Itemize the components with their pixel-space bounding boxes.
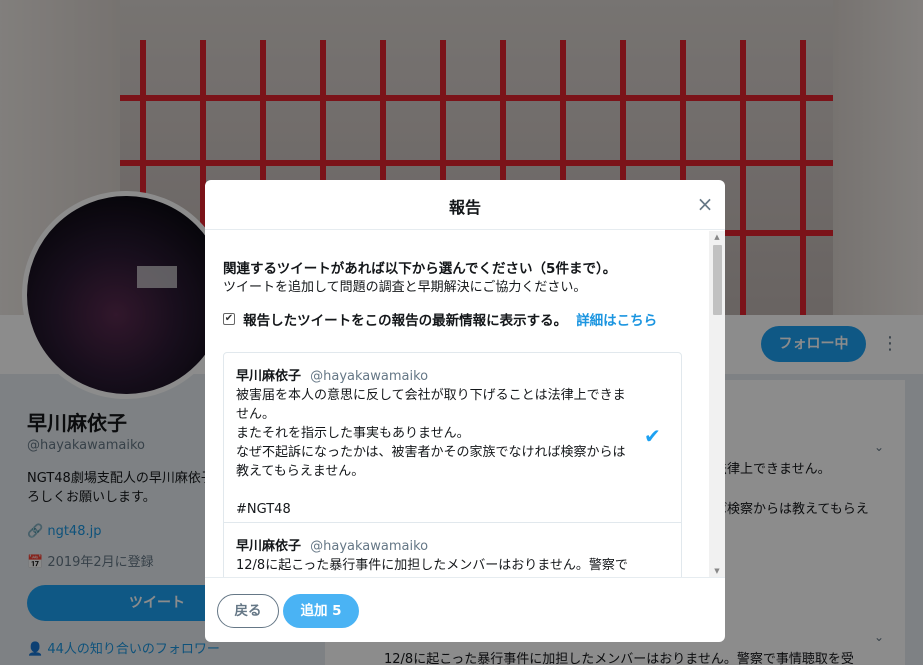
learn-more-link[interactable]: 詳細はこちら — [576, 313, 657, 329]
question-title: 関連するツイートがあれば以下から選んでください（5件まで）。 — [223, 261, 617, 277]
add-button[interactable]: 追加 5 — [283, 594, 359, 628]
question-subtitle: ツイートを追加して問題の調査と早期解決にご協力ください。 — [223, 280, 587, 295]
tweet-header: 早川麻依子 @hayakawamaiko — [236, 535, 428, 554]
show-tweets-option[interactable]: ✔ 報告したツイートをこの報告の最新情報に表示する。 詳細はこちら — [223, 308, 657, 329]
tweet-author-name: 早川麻依子 — [236, 539, 302, 554]
report-dialog: 報告 × 関連するツイートがあれば以下から選んでください（5件まで）。 ツイート… — [205, 180, 725, 642]
tweet-selection-list: 早川麻依子 @hayakawamaiko 被害届を本人の意思に反して会社が取り下… — [223, 352, 682, 577]
tweet-option[interactable]: 早川麻依子 @hayakawamaiko 被害届を本人の意思に反して会社が取り下… — [224, 353, 681, 523]
dialog-header: 報告 × — [205, 180, 725, 230]
scrollbar-thumb[interactable] — [713, 245, 722, 315]
dialog-body: 関連するツイートがあれば以下から選んでください（5件まで）。 ツイートを追加して… — [205, 231, 709, 577]
tweet-author-name: 早川麻依子 — [236, 369, 302, 384]
show-tweets-checkbox[interactable]: ✔ — [223, 312, 235, 325]
tweet-text: 12/8に起こった暴行事件に加担したメンバーはおりません。警察で事情聴取を受けた… — [236, 558, 628, 573]
scroll-up-icon[interactable]: ▲ — [709, 231, 725, 243]
tweet-author-handle: @hayakawamaiko — [310, 369, 429, 384]
scroll-down-icon[interactable]: ▼ — [709, 565, 725, 577]
close-icon[interactable]: × — [693, 192, 717, 216]
tweet-author-handle: @hayakawamaiko — [310, 539, 429, 554]
back-button[interactable]: 戻る — [217, 594, 279, 628]
tweet-text: 被害届を本人の意思に反して会社が取り下げることは法律上できません。 またそれを指… — [236, 388, 626, 517]
dialog-scrollbar[interactable]: ▲ ▼ — [709, 231, 725, 577]
tweet-header: 早川麻依子 @hayakawamaiko — [236, 365, 428, 384]
tweet-option[interactable]: 早川麻依子 @hayakawamaiko 12/8に起こった暴行事件に加担したメ… — [224, 523, 681, 577]
dialog-title: 報告 — [448, 198, 481, 217]
checkmark-icon: ✔ — [644, 424, 661, 448]
show-tweets-label[interactable]: 報告したツイートをこの報告の最新情報に表示する。 — [243, 313, 567, 329]
dialog-footer: 戻る 追加 5 — [205, 577, 725, 642]
